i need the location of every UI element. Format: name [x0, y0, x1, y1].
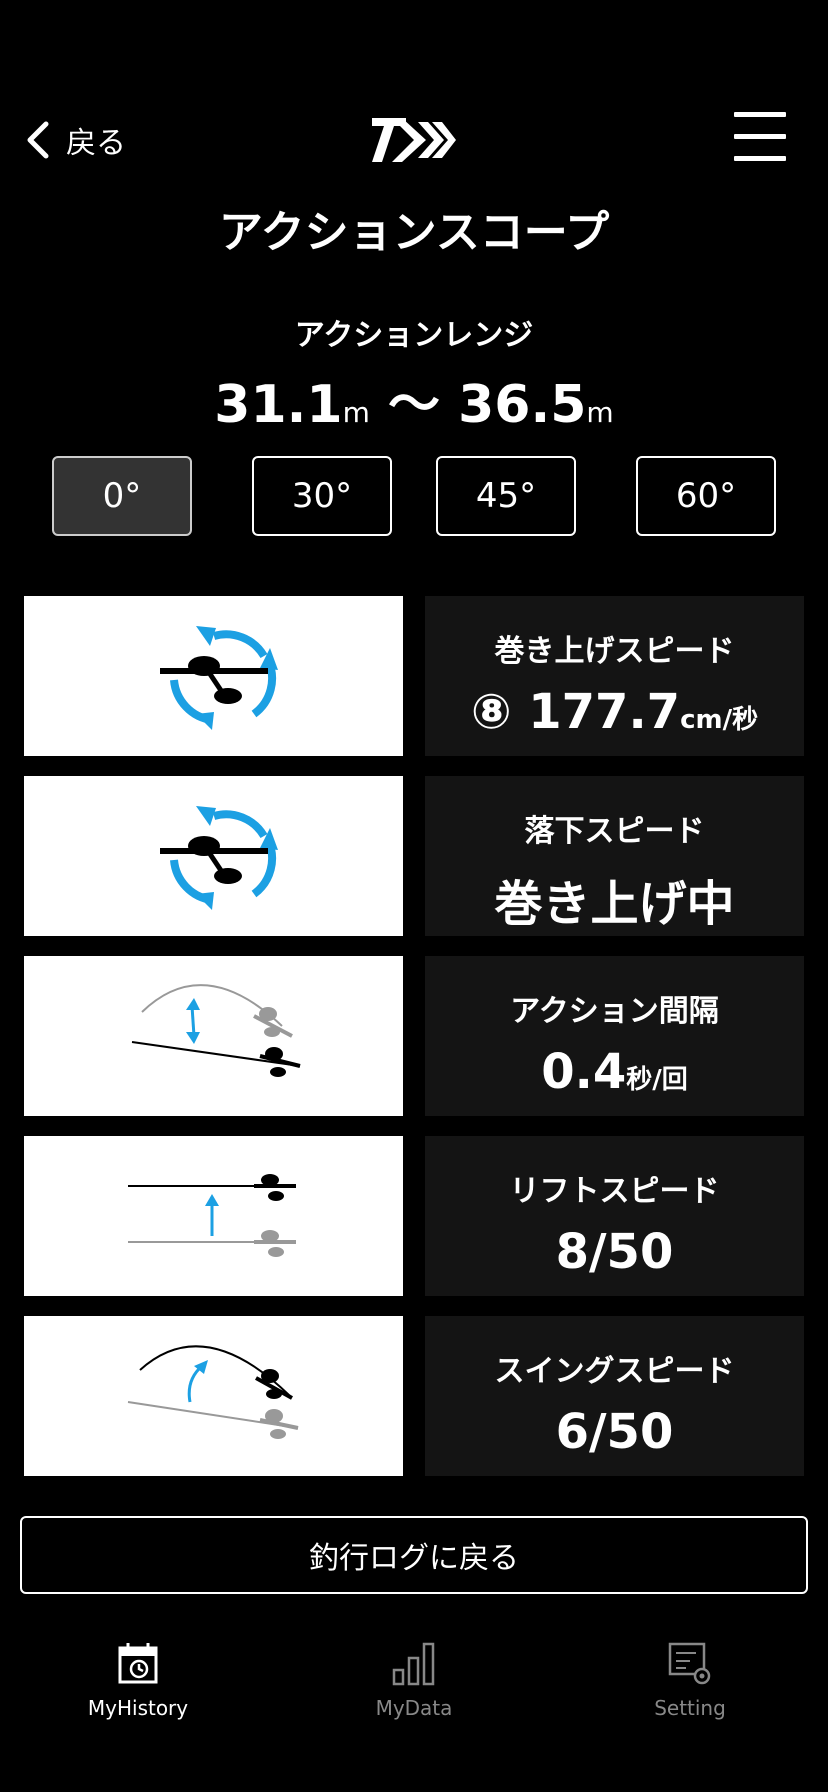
metric-card: リフトスピード 8/50 — [425, 1136, 804, 1296]
page-title: アクションスコープ — [218, 207, 610, 258]
daiwa-logo — [372, 118, 456, 162]
metric-row-lift-speed: リフトスピード 8/50 — [0, 1136, 828, 1296]
range-unit: m — [342, 396, 370, 429]
metric-value: ⑧ 177.7cm/秒 — [425, 684, 804, 740]
tab-label: Setting — [654, 1696, 726, 1720]
reel-winding-icon — [24, 776, 403, 936]
metric-card: 落下スピード 巻き上げ中 — [425, 776, 804, 936]
metric-row-fall-speed: 落下スピード 巻き上げ中 — [0, 776, 828, 936]
metric-value: 0.4秒/回 — [425, 1044, 804, 1100]
tab-myhistory[interactable]: MyHistory — [38, 1630, 238, 1740]
metric-label: アクション間隔 — [510, 994, 719, 1029]
back-label: 戻る — [66, 126, 126, 161]
metric-label: 落下スピード — [524, 814, 705, 849]
angle-0-button[interactable]: 0° — [52, 456, 192, 536]
settings-sliders-icon — [668, 1642, 711, 1685]
range-to: 36.5 — [458, 375, 587, 435]
tab-label: MyData — [375, 1696, 453, 1720]
range-unit: m — [586, 396, 614, 429]
metric-label: リフトスピード — [509, 1174, 720, 1209]
metric-label: スイングスピード — [494, 1354, 735, 1389]
rod-action-icon — [24, 956, 403, 1116]
metric-value: 巻き上げ中 — [494, 876, 735, 932]
angle-60-button[interactable]: 60° — [636, 456, 776, 536]
rod-lift-icon — [24, 1136, 403, 1296]
tab-mydata[interactable]: MyData — [314, 1630, 514, 1740]
metric-row-swing-speed: スイングスピード 6/50 — [0, 1316, 828, 1476]
header: 戻る — [0, 0, 828, 200]
metric-card: スイングスピード 6/50 — [425, 1316, 804, 1476]
back-button[interactable]: 戻る — [24, 118, 126, 162]
angle-45-button[interactable]: 45° — [436, 456, 576, 536]
metric-label: 巻き上げスピード — [494, 634, 735, 669]
action-range-value: 31.1m 〜 36.5m — [0, 362, 828, 437]
range-separator: 〜 — [387, 375, 440, 435]
tab-label: MyHistory — [87, 1696, 189, 1720]
angle-30-button[interactable]: 30° — [252, 456, 392, 536]
reel-winding-icon — [24, 596, 403, 756]
retrieve-speed-value: 177.7 — [528, 684, 681, 740]
gear-number: ⑧ — [470, 684, 512, 740]
tab-setting[interactable]: Setting — [590, 1630, 790, 1740]
action-interval-value: 0.4 — [541, 1044, 627, 1100]
metric-card: 巻き上げスピード ⑧ 177.7cm/秒 — [425, 596, 804, 756]
range-from: 31.1 — [214, 375, 343, 435]
bar-chart-icon — [392, 1642, 435, 1686]
chevron-left-icon — [27, 121, 49, 159]
tab-bar: MyHistory MyData Setting — [0, 1630, 828, 1750]
metric-row-retrieve-speed: 巻き上げスピード ⑧ 177.7cm/秒 — [0, 596, 828, 756]
calendar-history-icon — [118, 1643, 158, 1684]
action-range-label: アクションレンジ — [294, 318, 534, 353]
angle-selector: 0° 30° 45° 60° — [0, 456, 828, 536]
metric-unit: cm/秒 — [680, 705, 759, 735]
metric-value: 8/50 — [555, 1224, 674, 1280]
rod-swing-icon — [24, 1316, 403, 1476]
menu-icon[interactable] — [734, 112, 786, 164]
metric-value: 6/50 — [555, 1404, 674, 1460]
return-to-log-button[interactable]: 釣行ログに戻る — [20, 1516, 808, 1594]
metric-card: アクション間隔 0.4秒/回 — [425, 956, 804, 1116]
metric-row-action-interval: アクション間隔 0.4秒/回 — [0, 956, 828, 1116]
metric-unit: 秒/回 — [626, 1065, 688, 1095]
